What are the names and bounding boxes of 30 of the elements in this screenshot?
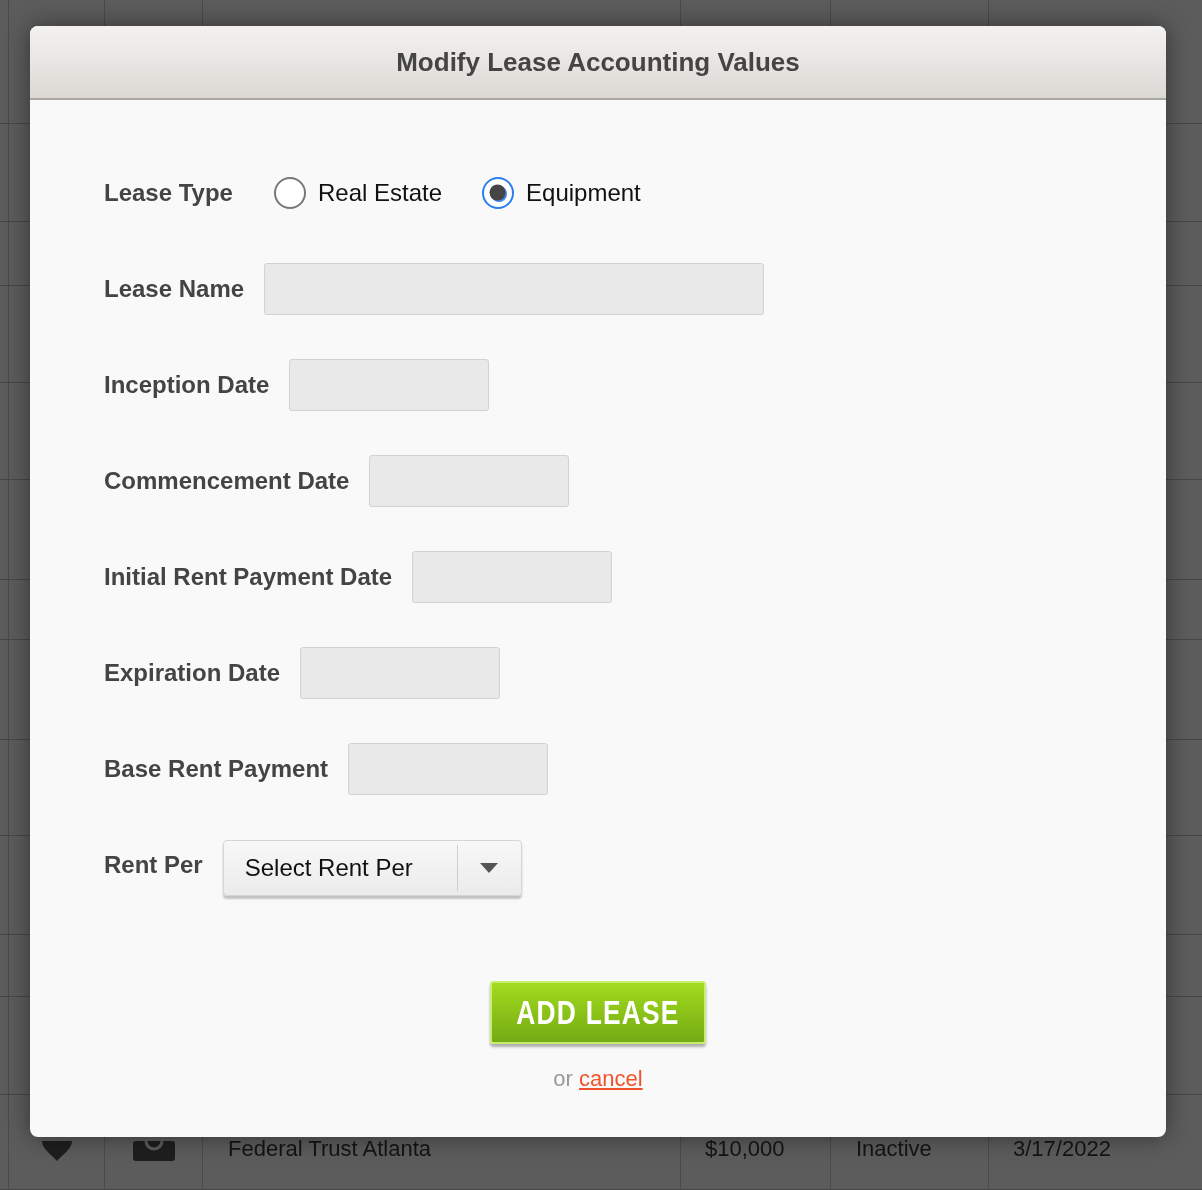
- radio-label: Real Estate: [317, 179, 443, 207]
- field-label: Initial Rent Payment Date: [104, 563, 393, 591]
- table-cell: Federal Trust Atlanta: [228, 1137, 431, 1161]
- input-field[interactable]: [348, 743, 549, 795]
- add-lease-button[interactable]: ADD LEASE: [490, 981, 706, 1044]
- radio-button[interactable]: [482, 177, 515, 209]
- input-field[interactable]: [300, 647, 501, 699]
- input-field[interactable]: [369, 455, 570, 507]
- input-field[interactable]: [412, 551, 613, 603]
- table-cell: 3/17/2022: [1013, 1137, 1111, 1161]
- table-cell: Inactive: [856, 1137, 932, 1161]
- input-field[interactable]: [289, 359, 490, 411]
- radio-label: Equipment: [526, 179, 641, 207]
- field-label: Lease Type: [104, 179, 233, 207]
- field-label: Rent Per: [104, 851, 203, 879]
- field-label: Lease Name: [104, 275, 245, 303]
- table-cell: $10,000: [705, 1137, 785, 1161]
- input-field[interactable]: [264, 263, 765, 315]
- cancel-prompt: or cancel: [553, 1066, 643, 1092]
- field-label: Inception Date: [104, 371, 270, 399]
- rent-per-select[interactable]: Select Rent Per: [222, 840, 522, 896]
- marker-icon: [41, 1141, 72, 1161]
- cancel-link[interactable]: cancel: [579, 1066, 643, 1091]
- field-label: Base Rent Payment: [104, 755, 329, 783]
- caret-icon: [480, 863, 499, 873]
- radio-button[interactable]: [273, 177, 306, 209]
- dialog-title: Modify Lease Accounting Values: [396, 46, 800, 78]
- field-label: Commencement Date: [104, 467, 350, 495]
- field-label: Expiration Date: [104, 659, 281, 687]
- camera-icon: [132, 1141, 175, 1161]
